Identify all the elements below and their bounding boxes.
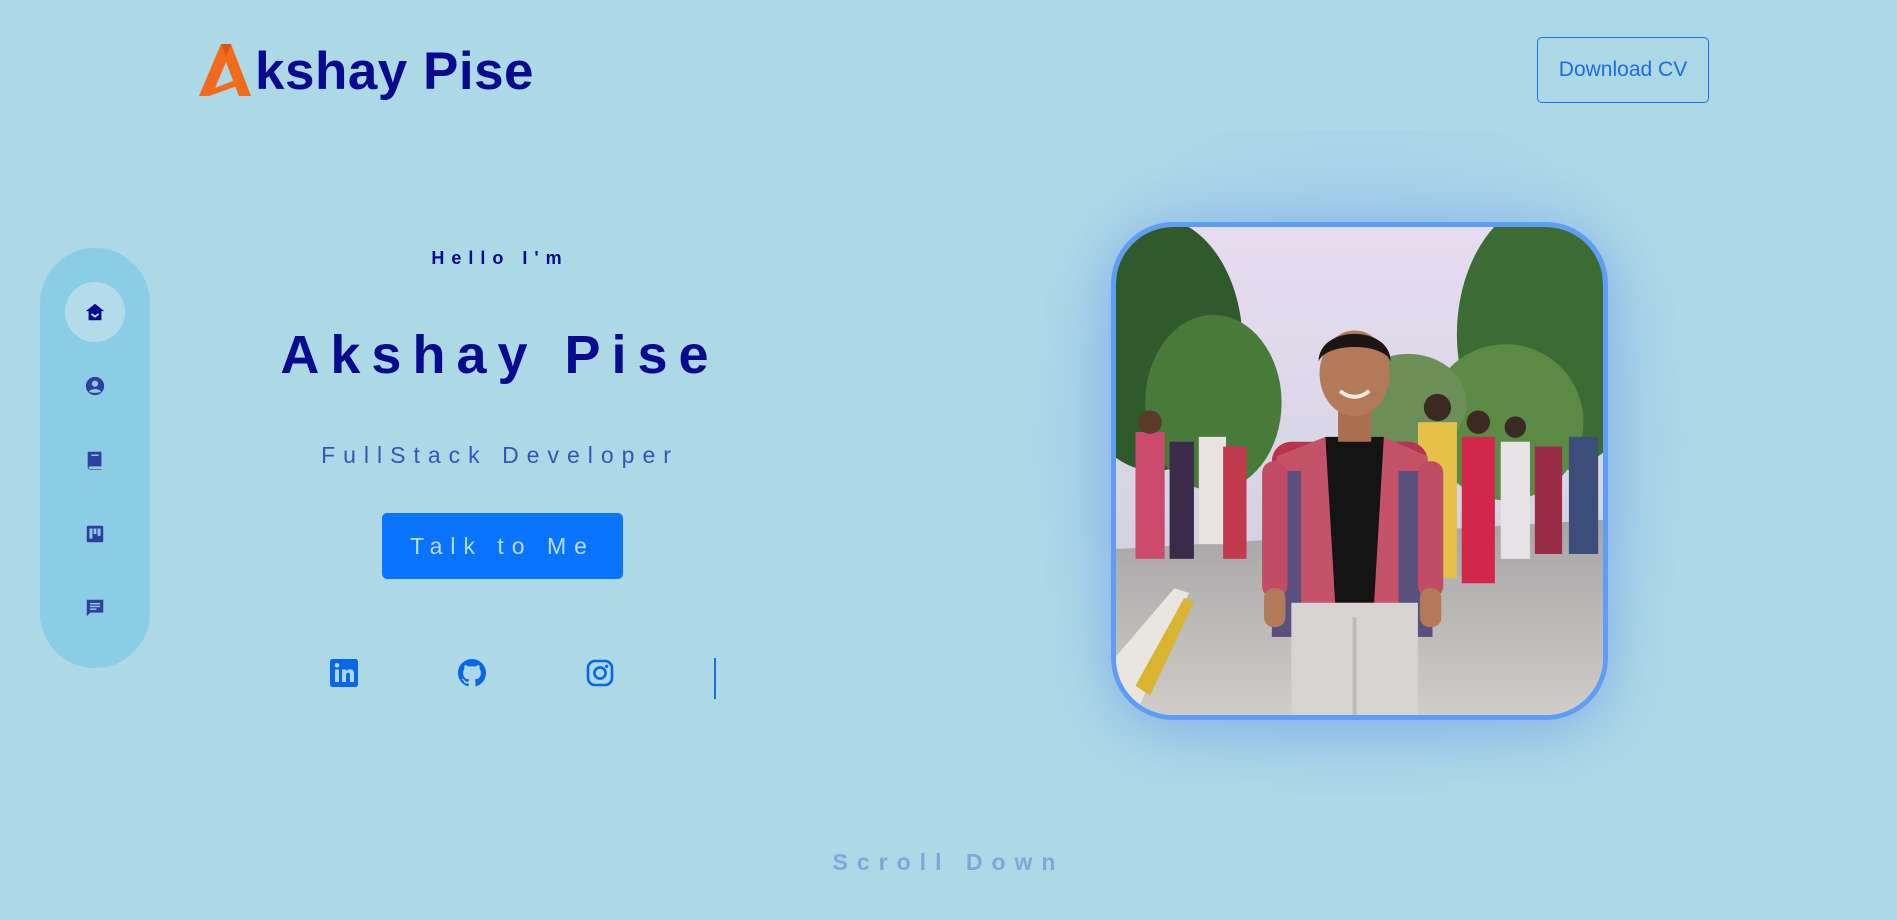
logo-text: kshay Pise — [255, 42, 535, 101]
home-icon — [85, 303, 105, 321]
hero-name: Akshay Pise — [280, 325, 720, 385]
kanban-board-icon — [86, 525, 104, 543]
portfolio-page: kshay Pise Download CV Hello I'm Akshay … — [0, 0, 1897, 920]
scroll-down-link[interactable]: Scroll Down — [0, 849, 1897, 876]
social-divider-line — [714, 658, 716, 699]
nav-contact[interactable] — [65, 578, 125, 638]
greeting-text: Hello I'm — [431, 248, 569, 268]
profile-photo — [1111, 222, 1608, 720]
talk-to-me-button[interactable]: Talk to Me — [382, 513, 623, 579]
instagram-link[interactable] — [584, 657, 616, 689]
nav-home[interactable] — [65, 282, 125, 342]
github-link[interactable] — [456, 657, 488, 689]
role-subtitle: FullStack Developer — [321, 442, 679, 468]
nav-education[interactable] — [65, 430, 125, 490]
github-icon — [458, 659, 486, 687]
nav-projects[interactable] — [65, 504, 125, 564]
profile-photo-illustration — [1116, 227, 1603, 715]
nav-about[interactable] — [65, 356, 125, 416]
user-circle-icon — [85, 376, 105, 396]
stylized-a-logo-icon — [199, 44, 251, 96]
linkedin-link[interactable] — [328, 657, 360, 689]
linkedin-icon — [330, 659, 358, 687]
chat-message-icon — [86, 599, 104, 617]
instagram-icon — [586, 659, 614, 687]
side-navigation — [40, 248, 150, 668]
download-cv-button[interactable]: Download CV — [1537, 37, 1709, 103]
book-icon — [87, 451, 102, 470]
site-logo[interactable]: kshay Pise — [195, 40, 534, 100]
